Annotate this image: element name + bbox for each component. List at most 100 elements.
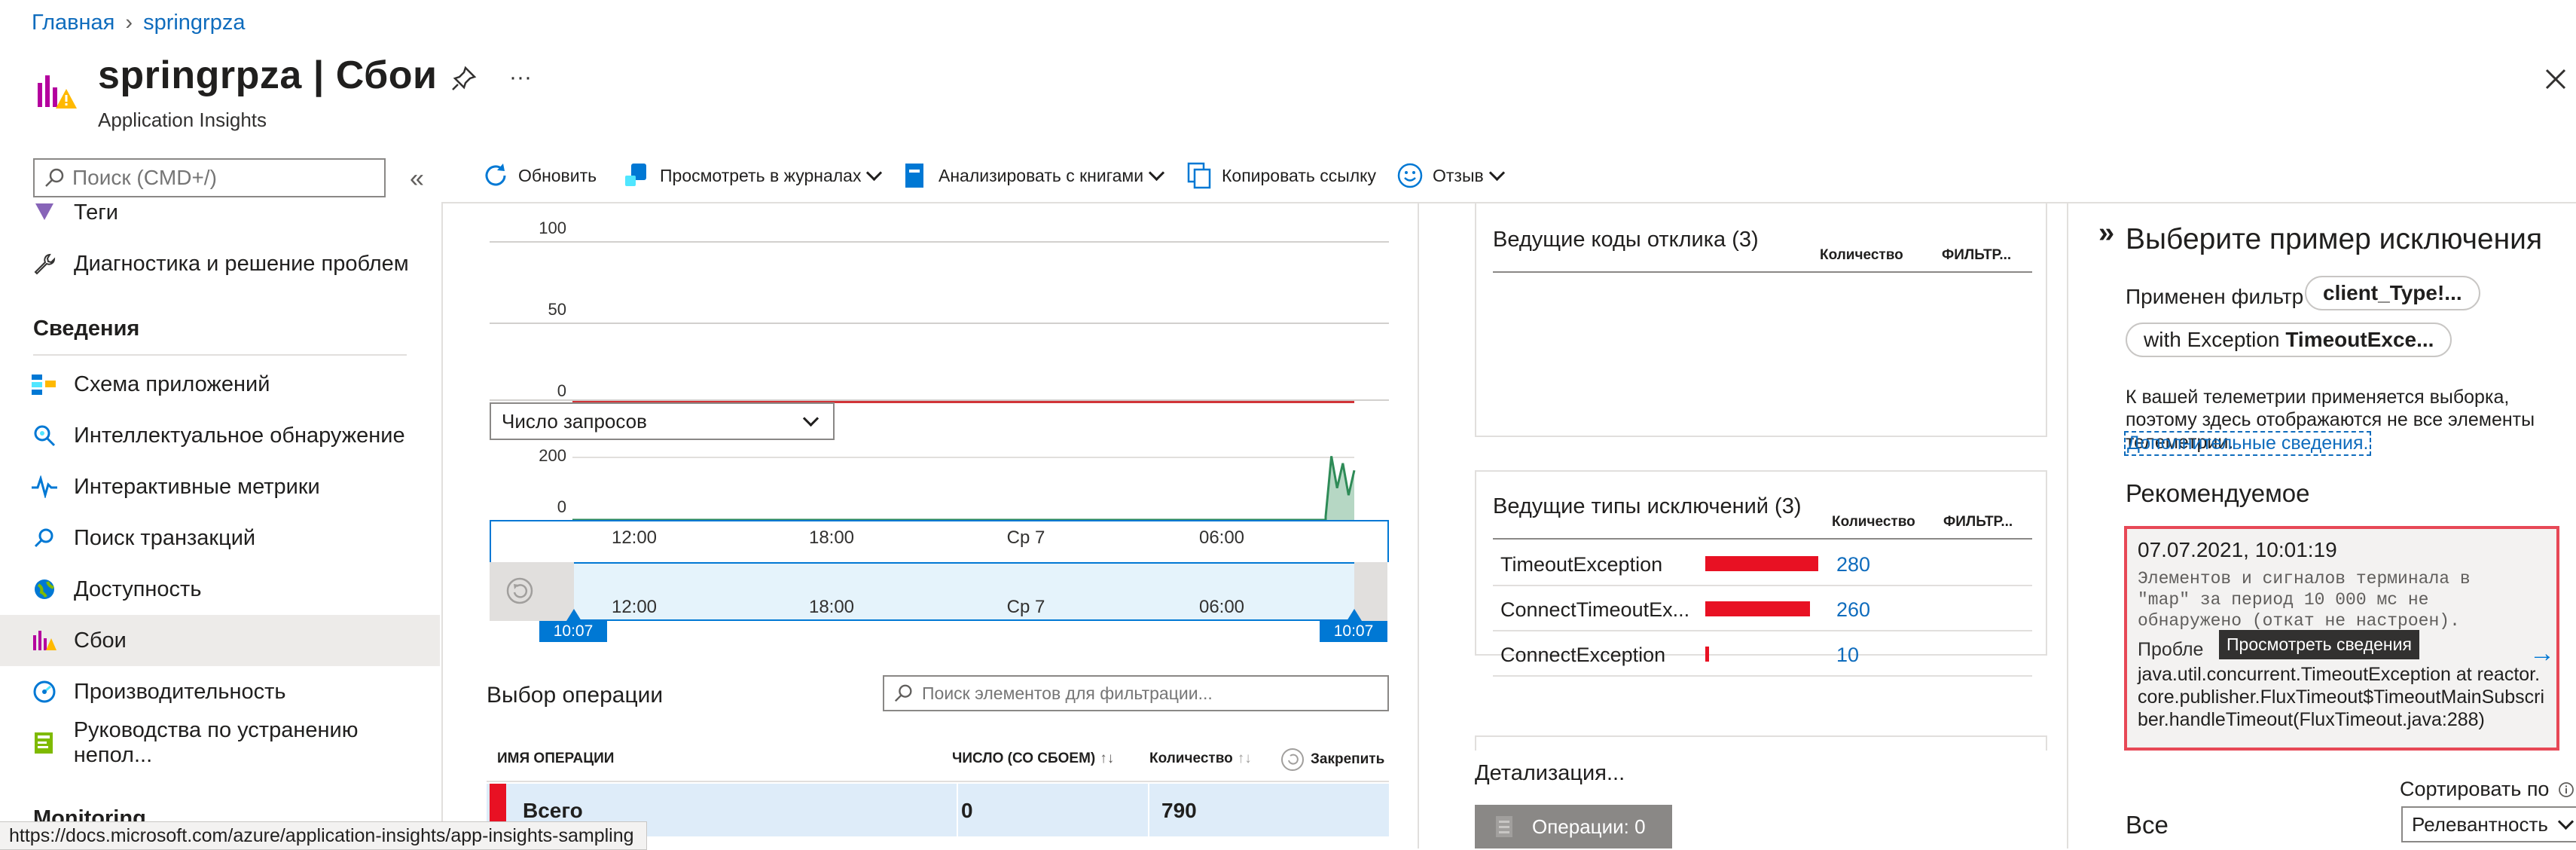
sort-icon: ↑↓ (1237, 751, 1252, 766)
table-row[interactable]: ConnectTimeoutEx... 260 (1493, 586, 2032, 631)
pin-icon[interactable] (450, 65, 478, 92)
collapse-sidebar-icon[interactable]: « (410, 164, 424, 194)
globe-icon (32, 576, 57, 602)
grid-line (490, 323, 1389, 324)
column-header-failed-count[interactable]: ЧИСЛО (СО СБОЕМ) ↑↓ (952, 751, 1114, 767)
sidebar-item-label: Схема приложений (74, 371, 270, 396)
chevron-down-icon (802, 410, 819, 427)
sort-icon: ↑↓ (1100, 751, 1115, 766)
exception-types-card: Ведущие типы исключений (3) Количество Ф… (1475, 470, 2047, 677)
copy-link-button[interactable]: Копировать ссылку (1186, 157, 1376, 194)
reset-zoom-icon[interactable] (505, 576, 535, 606)
sort-label: Сортировать по (2400, 778, 2574, 801)
feedback-button[interactable]: Отзыв (1396, 157, 1505, 194)
refresh-button[interactable]: Обновить (482, 157, 597, 194)
column-header-count: Количество (1832, 514, 1915, 530)
sidebar-item-live-metrics[interactable]: Интерактивные метрики (0, 461, 440, 512)
app-logo-icon (36, 72, 78, 112)
search-icon (45, 168, 64, 187)
total-count: 790 (1161, 799, 1197, 822)
brush-x-tick-label: 18:00 (808, 597, 855, 617)
sidebar-item-label: Теги (74, 203, 118, 225)
sidebar-item-label: Сбои (74, 628, 127, 653)
view-in-logs-button[interactable]: Просмотреть в журналах (624, 157, 883, 194)
sort-select[interactable]: Релевантность (2401, 806, 2576, 842)
search-icon (32, 525, 57, 551)
more-info-link[interactable]: Дополнительные сведения. (2124, 431, 2372, 456)
y-tick-label: 100 (539, 219, 566, 237)
info-icon (2559, 781, 2574, 797)
analyze-workbooks-button[interactable]: Анализировать с книгами (902, 157, 1165, 194)
performance-icon (32, 679, 57, 705)
search-icon (894, 684, 912, 702)
sidebar-item-transaction-search[interactable]: Поиск транзакций (0, 512, 440, 564)
sidebar: Теги Диагностика и решение проблем Сведе… (0, 203, 440, 848)
sidebar-item-failures[interactable]: Сбои (0, 615, 440, 666)
filter-pill-label: client_Type!... (2323, 281, 2462, 304)
exception-count[interactable]: 260 (1836, 598, 1870, 622)
filter-pill-value: TimeoutExce... (2285, 328, 2434, 351)
brush-start-label: 10:07 (539, 621, 607, 642)
app-map-icon (32, 371, 57, 397)
table-row[interactable]: ConnectException 10 (1493, 631, 2032, 677)
column-header-count: Количество (1820, 247, 1903, 263)
page-title: springrpza | Сбои (98, 54, 438, 97)
pin-icon (1281, 748, 1304, 771)
divider (441, 203, 443, 848)
sidebar-item-troubleshooting-guides[interactable]: Руководства по устранению непол... (0, 717, 440, 769)
column-header-label: Количество (1149, 751, 1233, 766)
sidebar-item-tags[interactable]: Теги (0, 203, 440, 238)
brush-x-tick-label: Ср 7 (1006, 597, 1045, 617)
filter-label: Применен фильтр (2126, 285, 2304, 308)
brush-handle-left[interactable] (566, 609, 581, 621)
operations-search[interactable] (883, 675, 1389, 711)
column-header-operation-name[interactable]: ИМЯ ОПЕРАЦИИ (497, 751, 614, 767)
sidebar-item-diagnostics[interactable]: Диагностика и решение проблем (0, 238, 440, 289)
column-header-pin[interactable]: Закрепить (1280, 748, 1384, 772)
sidebar-item-smart-detection[interactable]: Интеллектуальное обнаружение (0, 410, 440, 461)
breadcrumb-home-link[interactable]: Главная (32, 11, 114, 35)
sample-timestamp: 07.07.2021, 10:01:19 (2138, 538, 2337, 561)
chevron-down-icon (1488, 164, 1505, 181)
sidebar-search[interactable] (33, 158, 386, 197)
expand-panel-icon[interactable]: » (2098, 217, 2114, 249)
chevron-down-icon (866, 164, 883, 181)
more-options-button[interactable]: ··· (509, 65, 532, 90)
operations-title: Выбор операции (487, 683, 664, 708)
sidebar-item-app-map[interactable]: Схема приложений (0, 359, 440, 410)
brush-handle-right[interactable] (1347, 609, 1362, 621)
filter-pill-client-type[interactable]: client_Type!... (2305, 276, 2480, 310)
arrow-right-icon[interactable]: → (2529, 639, 2555, 668)
exception-sample-card[interactable]: 07.07.2021, 10:01:19 Элементов и сигнало… (2124, 526, 2559, 751)
page-subtitle: Application Insights (98, 109, 267, 131)
tag-icon (32, 203, 57, 225)
chevron-down-icon (1148, 164, 1165, 181)
exception-count-bar (1705, 556, 1818, 571)
feedback-label: Отзыв (1433, 165, 1484, 185)
refresh-icon (485, 164, 506, 186)
sidebar-search-input[interactable] (71, 165, 375, 191)
breadcrumb-current-link[interactable]: springrpza (143, 11, 245, 35)
close-icon[interactable] (2544, 68, 2567, 90)
filter-pill-exception[interactable]: with Exception TimeoutExce... (2126, 323, 2452, 357)
metric-select[interactable]: Число запросов (490, 402, 835, 440)
drill-down-title: Детализация... (1475, 761, 1625, 785)
exception-name: ConnectTimeoutEx... (1500, 598, 1690, 621)
next-card-edge (1475, 735, 2047, 751)
sidebar-item-availability[interactable]: Доступность (0, 564, 440, 615)
column-header-filter: ФИЛЬТР... (1942, 247, 2012, 263)
brush-end-label: 10:07 (1320, 621, 1387, 642)
sidebar-item-performance[interactable]: Производительность (0, 666, 440, 717)
operations-button[interactable]: Операции: 0 (1475, 805, 1672, 848)
workbook-icon (905, 164, 923, 188)
exception-count[interactable]: 280 (1836, 553, 1870, 576)
sidebar-item-label: Интеллектуальное обнаружение (74, 423, 405, 448)
exception-count[interactable]: 10 (1836, 644, 1859, 667)
operations-search-input[interactable] (920, 682, 1375, 705)
divider (1418, 203, 1419, 848)
column-header-count[interactable]: Количество ↑↓ (1149, 751, 1252, 767)
sidebar-section-title: Сведения (33, 316, 140, 341)
brush-x-tick-label: 12:00 (611, 597, 658, 617)
table-row[interactable]: TimeoutException 280 (1493, 541, 2032, 586)
column-header-label: Закрепить (1311, 751, 1385, 767)
